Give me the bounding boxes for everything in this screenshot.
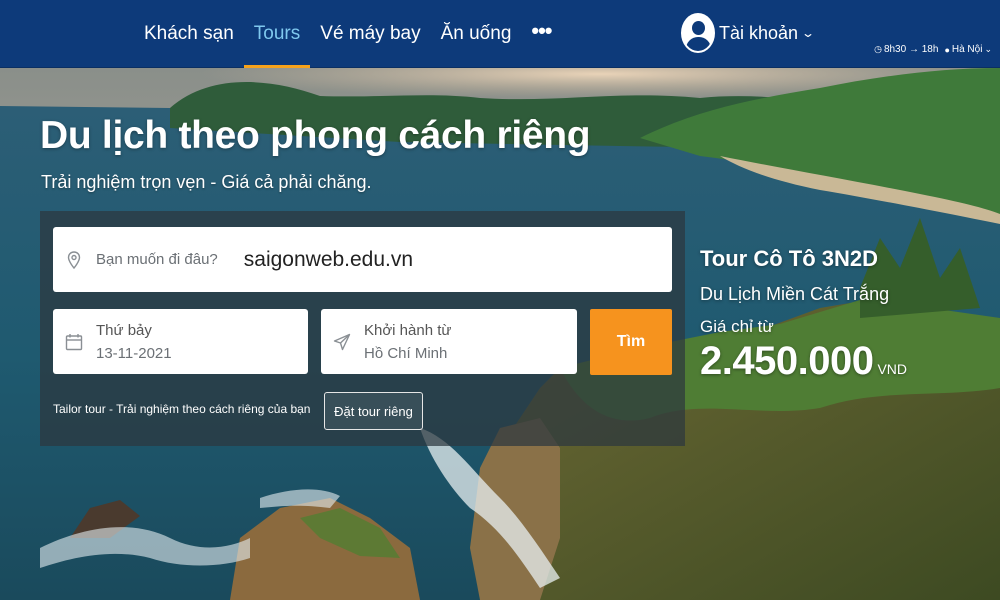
nav-item-hotels[interactable]: Khách sạn bbox=[134, 0, 244, 68]
departure-label: Khởi hành từ bbox=[364, 321, 452, 339]
destination-placeholder: Bạn muốn đi đâu? bbox=[96, 251, 218, 268]
clock-icon: ◷ bbox=[874, 44, 882, 54]
chevron-down-small-icon: ⌄ bbox=[984, 44, 992, 54]
paper-plane-icon bbox=[332, 333, 352, 351]
destination-field[interactable]: Bạn muốn đi đâu? saigonweb.edu.vn bbox=[53, 227, 672, 292]
working-hours: ◷ 8h30 → 18h bbox=[874, 44, 938, 55]
location-selector[interactable]: ● Hà Nội ⌄ bbox=[944, 44, 994, 55]
top-navigation-bar: Khách sạn Tours Vé máy bay Ăn uống ••• T… bbox=[0, 0, 1000, 68]
search-button[interactable]: Tìm bbox=[590, 309, 672, 375]
nav-item-flights[interactable]: Vé máy bay bbox=[310, 0, 430, 68]
departure-value: Hồ Chí Minh bbox=[364, 344, 448, 362]
calendar-icon bbox=[64, 333, 84, 351]
account-label: Tài khoản bbox=[719, 22, 799, 43]
location-pin-outline-icon bbox=[64, 250, 84, 269]
promo-price-row: 2.450.000 VND bbox=[700, 339, 907, 384]
promo-price-from: Giá chỉ từ bbox=[700, 317, 774, 336]
date-value: 13-11-2021 bbox=[96, 344, 172, 362]
promo-title: Tour Cô Tô 3N2D bbox=[700, 246, 879, 271]
nav-item-tours[interactable]: Tours bbox=[243, 0, 311, 68]
promo-subtitle: Du Lịch Miền Cát Trắng bbox=[700, 284, 890, 304]
hero-banner-image: Du lịch theo phong cách riêng Trải nghiệ… bbox=[0, 68, 1000, 600]
user-avatar-icon bbox=[681, 13, 715, 53]
search-panel: Bạn muốn đi đâu? saigonweb.edu.vn Thứ bả… bbox=[40, 211, 685, 446]
promo-price: 2.450.000 bbox=[700, 339, 874, 383]
location-pin-icon: ● bbox=[944, 44, 950, 55]
promo-currency: VND bbox=[877, 361, 908, 377]
date-field[interactable]: Thứ bảy 13-11-2021 bbox=[53, 309, 308, 374]
nav-item-dining[interactable]: Ăn uống bbox=[431, 0, 522, 68]
more-menu-icon[interactable]: ••• bbox=[521, 0, 561, 68]
chevron-down-icon: ⌄ bbox=[801, 26, 816, 40]
tailor-tour-text: Tailor tour - Trải nghiệm theo cách riên… bbox=[53, 402, 311, 416]
working-hours-text: 8h30 → 18h bbox=[883, 44, 939, 55]
hero-subtitle: Trải nghiệm trọn vẹn - Giá cả phải chăng… bbox=[41, 172, 372, 192]
tour-promo[interactable]: Tour Cô Tô 3N2D Du Lịch Miền Cát Trắng G… bbox=[700, 246, 907, 384]
main-nav: Khách sạn Tours Vé máy bay Ăn uống ••• bbox=[134, 0, 562, 68]
hero-title: Du lịch theo phong cách riêng bbox=[40, 114, 591, 157]
departure-field[interactable]: Khởi hành từ Hồ Chí Minh bbox=[321, 309, 577, 374]
destination-value: saigonweb.edu.vn bbox=[243, 247, 414, 271]
book-private-tour-button[interactable]: Đặt tour riêng bbox=[324, 392, 423, 430]
location-text: Hà Nội bbox=[951, 44, 983, 55]
date-label: Thứ bảy bbox=[96, 321, 152, 339]
account-menu[interactable]: Tài khoản ⌄ bbox=[681, 12, 816, 54]
header-meta: ◷ 8h30 → 18h ● Hà Nội ⌄ bbox=[874, 44, 994, 55]
